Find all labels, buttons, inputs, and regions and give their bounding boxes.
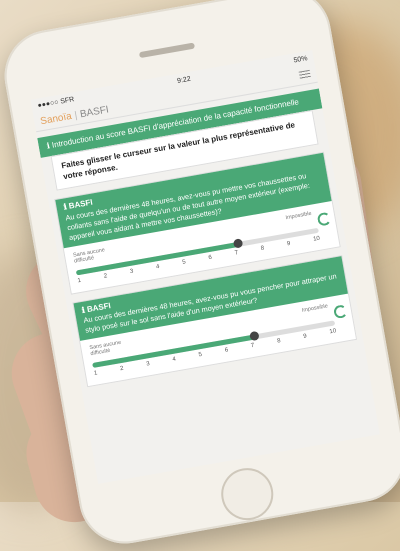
earpiece-speaker [138, 42, 196, 59]
slider-tick-label: 8 [276, 338, 282, 345]
slider-tick-label: 5 [198, 351, 203, 359]
scale-min-label: Sans aucune difficulté [89, 339, 122, 358]
scale-max-label: Impossible [301, 303, 329, 314]
menu-icon[interactable] [298, 69, 311, 80]
status-time: 9:22 [176, 75, 192, 85]
slider-tick-label: 9 [286, 240, 291, 247]
battery-level: 50% [293, 54, 309, 64]
slider-tick-label: 6 [224, 347, 229, 354]
app-name: Sanoïa [39, 110, 73, 127]
slider-tick-label: 7 [234, 249, 239, 257]
slider-tick-label: 5 [181, 258, 187, 266]
slider-tick-label: 3 [129, 268, 134, 275]
slider-tick-label: 4 [155, 263, 160, 270]
reset-icon[interactable] [316, 211, 332, 227]
slider-tick-label: 2 [119, 365, 125, 373]
scale-min-label: Sans aucune difficulté [72, 246, 106, 265]
slider-tick-label: 10 [329, 328, 337, 336]
slider-tick-label: 8 [260, 244, 265, 252]
slider-tick-label: 1 [93, 370, 98, 377]
slider-tick-label: 4 [172, 356, 177, 363]
slider-tick-label: 3 [145, 361, 151, 368]
slider-tick-label: 1 [77, 277, 82, 284]
slider-tick-label: 7 [250, 342, 255, 350]
scale-max-label: Impossible [285, 210, 312, 221]
section-name: BASFI [79, 103, 110, 120]
reset-icon[interactable] [332, 304, 349, 320]
slider-tick-label: 6 [207, 254, 213, 261]
slider-ticks: 1 2 3 4 5 6 7 8 9 10 [94, 328, 337, 377]
home-button[interactable] [217, 464, 278, 525]
slider-tick-label: 9 [302, 333, 308, 340]
slider-thumb[interactable] [232, 237, 244, 249]
slider-tick-label: 10 [312, 235, 321, 243]
slider-tick-label: 2 [103, 272, 108, 280]
phone-screen: ●●●○○ SFR 9:22 50% Sanoïa|BASFI ℹ Introd… [30, 50, 380, 484]
slider-thumb[interactable] [249, 330, 260, 342]
